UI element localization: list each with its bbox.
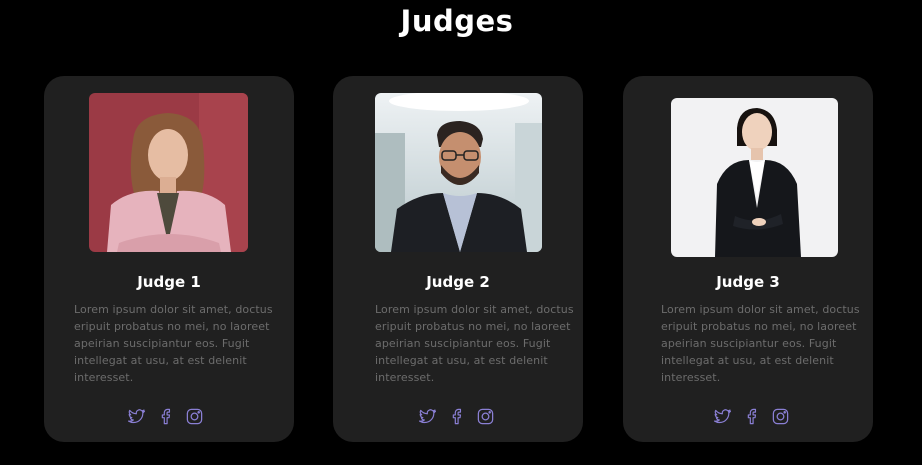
facebook-icon[interactable] (156, 407, 175, 426)
judge-photo (671, 98, 838, 257)
section-title: Judges (400, 4, 514, 38)
judges-section: Judges Judge 1 Lorem ipsum dolor sit ame… (0, 0, 922, 465)
facebook-icon[interactable] (742, 407, 761, 426)
facebook-icon[interactable] (447, 407, 466, 426)
instagram-icon[interactable] (185, 407, 204, 426)
social-links (331, 407, 581, 426)
instagram-icon[interactable] (771, 407, 790, 426)
judge-name: Judge 2 (426, 273, 490, 291)
judge-name: Judge 1 (137, 273, 201, 291)
judge-photo (89, 93, 248, 252)
judge-card: Judge 1 Lorem ipsum dolor sit amet, doct… (44, 76, 294, 442)
judge-card: Judge 3 Lorem ipsum dolor sit amet, doct… (623, 76, 873, 442)
twitter-icon[interactable] (418, 407, 437, 426)
judge-bio: Lorem ipsum dolor sit amet, doctus eripu… (375, 303, 574, 384)
instagram-icon[interactable] (476, 407, 495, 426)
judge-photo (375, 93, 542, 252)
judge-name: Judge 3 (716, 273, 780, 291)
twitter-icon[interactable] (127, 407, 146, 426)
judge-bio: Lorem ipsum dolor sit amet, doctus eripu… (661, 303, 860, 384)
twitter-icon[interactable] (713, 407, 732, 426)
social-links (626, 407, 876, 426)
social-links (40, 407, 290, 426)
judge-card: Judge 2 Lorem ipsum dolor sit amet, doct… (333, 76, 583, 442)
judge-bio: Lorem ipsum dolor sit amet, doctus eripu… (74, 303, 273, 384)
